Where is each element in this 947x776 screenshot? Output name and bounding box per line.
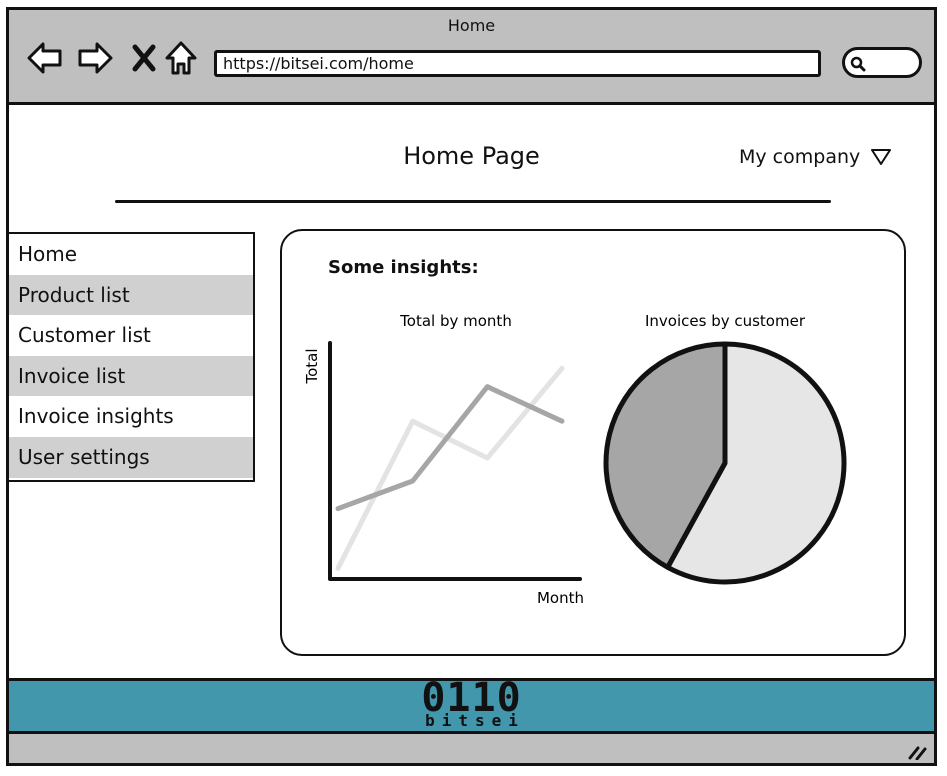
search-input[interactable] — [842, 47, 922, 78]
url-bar[interactable]: https://bitsei.com/home — [214, 50, 821, 77]
browser-window: Home https://bitsei.com/home Home Page M… — [6, 7, 937, 766]
pie-chart-title: Invoices by customer — [645, 312, 806, 330]
footer: 0110 bitsei — [9, 675, 934, 734]
line-chart-xlabel: Month — [537, 589, 584, 607]
sidebar-item-product-list[interactable]: Product list — [9, 274, 253, 316]
sidebar-item-customer-list[interactable]: Customer list — [9, 315, 253, 356]
stop-button[interactable] — [124, 38, 164, 78]
line-chart — [328, 341, 582, 581]
header-divider — [115, 200, 831, 203]
arrow-left-icon — [27, 42, 62, 74]
company-dropdown[interactable]: My company — [739, 146, 892, 168]
sidebar: Home Product list Customer list Invoice … — [9, 232, 255, 482]
home-button[interactable] — [161, 38, 201, 78]
line-series-2 — [335, 365, 565, 571]
line-chart-axes — [328, 341, 582, 581]
arrow-right-icon — [78, 42, 113, 74]
line-chart-ylabel: Total — [303, 348, 321, 384]
company-label: My company — [739, 146, 861, 168]
status-bar — [9, 734, 934, 763]
search-icon — [850, 56, 866, 72]
sidebar-item-user-settings[interactable]: User settings — [9, 436, 253, 478]
sidebar-item-home[interactable]: Home — [9, 234, 253, 275]
pie-chart — [603, 341, 847, 585]
line-chart-title: Total by month — [399, 312, 512, 330]
forward-button[interactable] — [75, 38, 115, 78]
line-series-1 — [335, 384, 565, 512]
insights-card: Some insights: Total by month Total Mont… — [280, 229, 906, 656]
back-button[interactable] — [25, 38, 65, 78]
sidebar-item-invoice-list[interactable]: Invoice list — [9, 355, 253, 397]
window-title: Home — [447, 16, 496, 35]
home-icon — [165, 41, 197, 75]
browser-chrome: Home https://bitsei.com/home — [9, 10, 934, 105]
chevron-down-icon — [871, 149, 892, 165]
charts-area: Total by month Total Month Invoices by c… — [303, 312, 847, 607]
close-icon — [132, 44, 156, 72]
logo-text: bitsei — [425, 711, 525, 730]
sidebar-item-invoice-insights[interactable]: Invoice insights — [9, 396, 253, 437]
resize-grip-icon[interactable] — [908, 744, 928, 760]
